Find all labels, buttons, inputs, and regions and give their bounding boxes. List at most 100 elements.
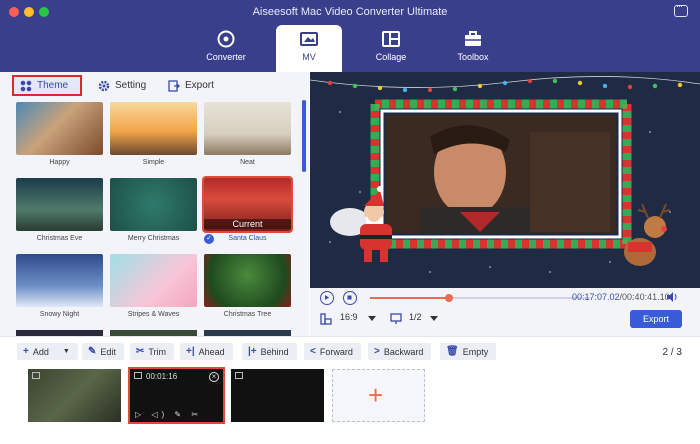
timeline-clip[interactable] [231,369,324,422]
theme-thumbnail: Current [202,176,293,233]
theme-thumbnail [110,254,197,307]
theme-santa-claus[interactable]: Current ✓ Santa Claus [202,176,293,250]
tab-mv-label: MV [302,52,316,62]
chevron-down-icon[interactable] [430,316,438,322]
tab-mv[interactable]: MV [276,25,342,72]
add-button[interactable]: + Add ▼ [17,343,78,360]
converter-icon [217,30,235,48]
ahead-button[interactable]: +| Ahead [180,343,233,360]
tab-converter-label: Converter [206,52,246,62]
edit-label: Edit [100,346,116,357]
magic-wand-icon: ✎ [88,346,97,357]
page-indicator: 2 / 3 [662,347,682,358]
string-lights [327,78,683,93]
chevron-down-icon[interactable] [368,316,376,322]
export-button[interactable]: Export [630,310,682,328]
play-button[interactable] [320,291,334,305]
remove-clip-icon[interactable]: × [209,372,219,382]
film-icon [134,372,142,379]
theme-thumbnail [204,102,291,155]
tab-converter[interactable]: Converter [193,25,259,72]
theme-name: Snowy Night [39,311,80,318]
theme-thumbnail [204,254,291,307]
theme-thumbnail [16,178,103,231]
theme-thumbnail [110,102,197,155]
chevron-right-icon: > [374,346,380,357]
theme-grid: Happy Simple Neat Christmas Eve Merry Ch… [0,100,300,336]
theme-name: Christmas Eve [36,235,83,242]
clip-action-icons[interactable]: ▷ ◁) ✎ ✂ [135,410,202,419]
subtab-theme[interactable]: Theme [12,75,82,96]
theme-merry-christmas[interactable]: Merry Christmas [110,178,197,250]
theme-scrollbar[interactable] [302,100,306,172]
progress-handle[interactable] [445,294,454,302]
current-time: 00:17:07.02 [572,292,620,302]
tab-collage[interactable]: Collage [358,25,424,72]
insert-ahead-icon: +| [186,346,195,357]
main-nav: Converter MV Collage Toolbox [0,23,700,72]
add-label: Add [32,346,49,357]
theme-christmas-tree[interactable]: Christmas Tree [204,254,291,326]
feedback-chat-icon[interactable] [674,1,688,17]
plus-icon: + [23,346,29,357]
stop-icon [347,295,352,300]
theme-name: Simple [142,159,165,166]
behind-button[interactable]: |+ Behind [242,343,297,360]
theme-simple[interactable]: Simple [110,102,197,174]
collage-icon [382,31,400,47]
edit-toolbar: + Add ▼ ✎ Edit ✂ Trim +| Ahead |+ Behind… [0,336,700,364]
behind-label: Behind [260,346,289,357]
subtab-setting-label: Setting [115,80,147,91]
theme-name: Merry Christmas [127,235,180,242]
trim-label: Trim [148,346,167,357]
theme-happy[interactable]: Happy [16,102,103,174]
aspect-ratio-value[interactable]: 16:9 [340,312,358,322]
total-time: /00:40:41.10 [619,292,670,302]
forward-button[interactable]: < Forward [304,343,361,360]
gear-icon [98,80,110,91]
theme-name: Stripes & Waves [127,311,180,318]
theme-panel: Theme Setting Export Happy Simple Neat C… [0,72,309,336]
subtab-export[interactable]: Export [162,75,220,96]
time-display: 00:17:07.02/00:40:41.10 [572,292,670,302]
film-icon [235,372,243,379]
backward-button[interactable]: > Backward [368,343,432,360]
playback-progress[interactable] [370,294,590,302]
timeline-clip[interactable] [28,369,121,422]
timeline-clip-selected[interactable]: 00:01:16 × ▷ ◁) ✎ ✂ [128,367,225,424]
trim-button[interactable]: ✂ Trim [130,343,175,360]
forward-label: Forward [319,346,353,357]
theme-thumbnail [16,254,103,307]
theme-neat[interactable]: Neat [204,102,291,174]
ahead-label: Ahead [198,346,225,357]
chevron-down-icon[interactable]: ▼ [63,348,70,355]
volume-icon[interactable] [666,291,678,303]
title-bar: Aiseesoft Mac Video Converter Ultimate [0,0,700,23]
subtab-setting[interactable]: Setting [92,75,152,96]
subtab-export-label: Export [185,80,214,91]
theme-name: Happy [49,159,70,166]
stop-button[interactable] [343,291,357,305]
plus-icon: + [368,380,384,410]
chevron-left-icon: < [310,346,316,357]
progress-fill [370,297,450,299]
clip-duration: 00:01:16 [146,372,178,381]
backward-label: Backward [383,346,424,357]
clip-timeline: 00:01:16 × ▷ ◁) ✎ ✂ + [0,364,700,444]
scissors-icon: ✂ [136,346,145,357]
player-controls: 00:17:07.02/00:40:41.10 16:9 1/2 Export [310,288,700,336]
theme-stripes-waves[interactable]: Stripes & Waves [110,254,197,326]
tab-collage-label: Collage [375,52,407,62]
play-icon [325,295,329,300]
tab-toolbox-label: Toolbox [457,52,489,62]
edit-button[interactable]: ✎ Edit [82,343,124,360]
tab-toolbox[interactable]: Toolbox [440,25,506,72]
split-value[interactable]: 1/2 [409,312,422,322]
empty-button[interactable]: 🗑 Empty [440,343,497,360]
mv-icon [300,32,318,46]
theme-christmas-eve[interactable]: Christmas Eve [16,178,103,250]
preview-canvas [310,76,700,273]
add-clip-button[interactable]: + [332,369,425,422]
mv-subtabs: Theme Setting Export [0,72,309,98]
theme-snowy-night[interactable]: Snowy Night [16,254,103,326]
